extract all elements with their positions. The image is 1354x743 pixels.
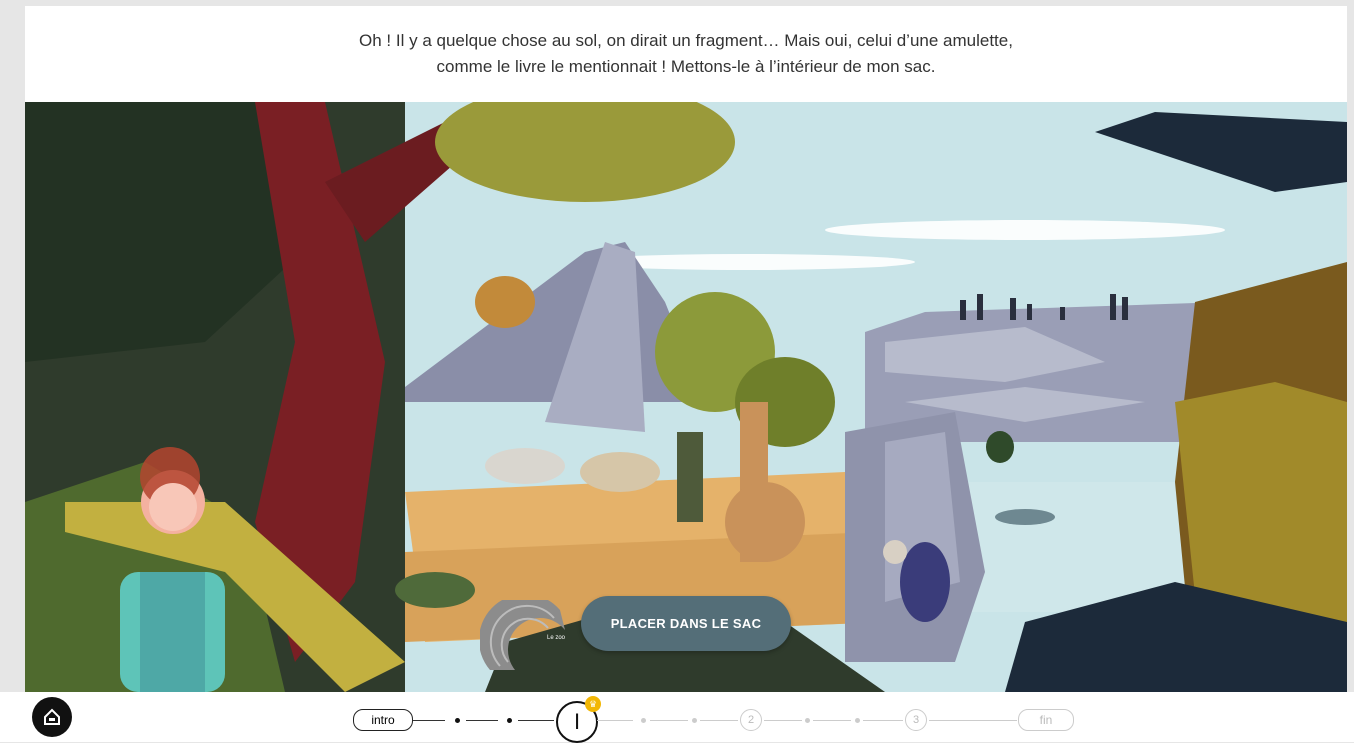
progress-line xyxy=(413,720,445,721)
progress-step-3[interactable]: 3 xyxy=(905,709,927,731)
progress-line xyxy=(813,720,851,721)
crown-icon: ♛ xyxy=(588,698,598,709)
progress-step-2[interactable]: 2 xyxy=(740,709,762,731)
progress-dot xyxy=(692,718,697,723)
progress-line xyxy=(597,720,633,721)
progress-dot xyxy=(855,718,860,723)
progress-line xyxy=(863,720,903,721)
progress-line xyxy=(700,720,738,721)
progress-line xyxy=(650,720,688,721)
progress-dot xyxy=(455,718,460,723)
progress-intro-step[interactable]: intro xyxy=(353,709,413,731)
progress-line xyxy=(518,720,554,721)
progress-dot xyxy=(507,718,512,723)
amulet-label: Le zoo xyxy=(547,635,566,641)
progress-bar xyxy=(0,692,1354,742)
progress-dot xyxy=(805,718,810,723)
progress-line xyxy=(929,720,1017,721)
place-in-bag-button[interactable]: PLACER DANS LE SAC xyxy=(581,596,791,651)
dialogue-line-2: comme le livre le mentionnait ! Mettons-… xyxy=(436,57,936,76)
progress-line xyxy=(466,720,498,721)
progress-end-step[interactable]: fin xyxy=(1018,709,1074,731)
dialogue-line-1: Oh ! Il y a quelque chose au sol, on dir… xyxy=(359,31,1013,50)
crown-badge: ♛ xyxy=(585,696,601,712)
dialogue-box: Oh ! Il y a quelque chose au sol, on dir… xyxy=(25,6,1347,102)
progress-line xyxy=(764,720,802,721)
progress-dot xyxy=(641,718,646,723)
